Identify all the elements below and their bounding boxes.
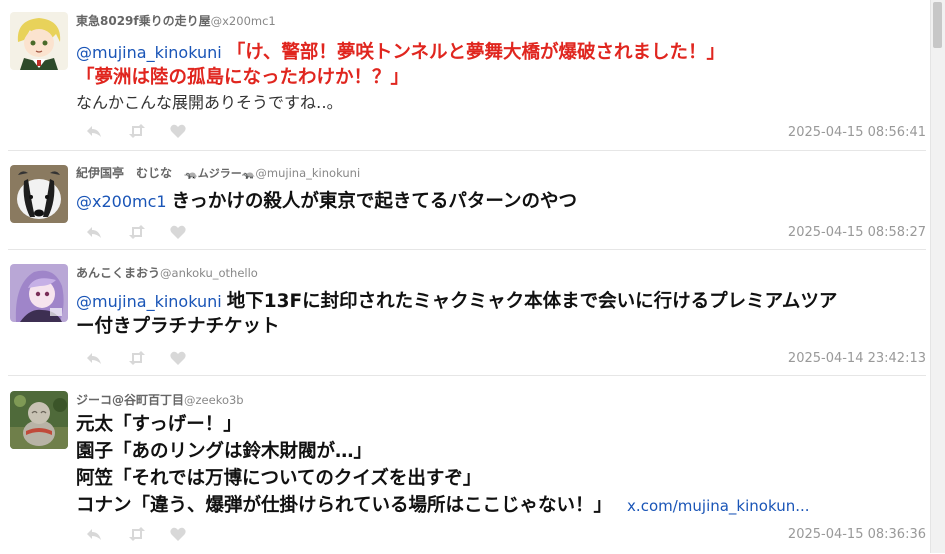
author-name-badge: 🦡ムジラー🦡 xyxy=(184,167,256,180)
author-handle[interactable]: @zeeko3b xyxy=(184,393,244,407)
avatar[interactable] xyxy=(10,12,68,70)
author-name[interactable]: あんこくまおう xyxy=(76,266,160,280)
tweet-header: 紀伊国亭 むじな 🦡ムジラー🦡@mujina_kinokuni xyxy=(76,164,360,181)
mention-link[interactable]: @mujina_kinokuni xyxy=(76,292,222,311)
tweet-item[interactable]: ジーコ@谷町百丁目@zeeko3b 元太「すっげー！」 園子「あのリングは鈴木財… xyxy=(8,376,926,554)
avatar[interactable] xyxy=(10,165,68,223)
text-line: 「け、警部！夢咲トンネルと夢舞大橋が爆破されました！」 xyxy=(226,42,726,63)
text-line: 園子「あのリングは鈴木財閥が…」 xyxy=(76,441,373,462)
retweet-icon[interactable] xyxy=(128,350,146,365)
tweet-timestamp[interactable]: 2025-04-14 23:42:13 xyxy=(788,351,926,366)
author-name[interactable]: 紀伊国亭 むじな xyxy=(76,166,184,180)
text-line: きっかけの殺人が東京で起きてるパターンのやつ xyxy=(171,191,578,212)
scrollbar[interactable] xyxy=(930,0,945,553)
tweet-item[interactable]: 東急8029f乗りの走り屋@x200mc1 @mujina_kinokuni 「… xyxy=(8,0,926,151)
avatar[interactable] xyxy=(10,391,68,449)
tweet-actions xyxy=(86,350,188,365)
text-line: 「夢洲は陸の孤島になったわけか！？」 xyxy=(76,67,410,88)
scrollbar-thumb[interactable] xyxy=(933,2,942,48)
mention-link[interactable]: @mujina_kinokuni xyxy=(76,43,222,62)
author-handle[interactable]: @x200mc1 xyxy=(211,14,276,28)
tweet-actions xyxy=(86,526,188,541)
retweet-icon[interactable] xyxy=(128,123,146,138)
text-line: なんかこんな展開ありそうですね‥。 xyxy=(76,93,343,112)
tweet-text: @x200mc1 きっかけの殺人が東京で起きてるパターンのやつ xyxy=(76,189,922,214)
author-handle[interactable]: @ankoku_othello xyxy=(160,266,258,280)
text-line: 地下13Fに封印されたミャクミャク本体まで会いに行けるプレミアムツア xyxy=(226,291,838,312)
tweet-item[interactable]: あんこくまおう@ankoku_othello @mujina_kinokuni … xyxy=(8,250,926,376)
like-icon[interactable] xyxy=(170,123,188,138)
mention-link[interactable]: @x200mc1 xyxy=(76,192,167,211)
text-line: ー付きプラチナチケット xyxy=(76,316,280,337)
retweet-icon[interactable] xyxy=(128,526,146,541)
retweet-icon[interactable] xyxy=(128,224,146,239)
author-name[interactable]: ジーコ@谷町百丁目 xyxy=(76,393,184,407)
tweet-actions xyxy=(86,224,188,239)
tweet-item[interactable]: 紀伊国亭 むじな 🦡ムジラー🦡@mujina_kinokuni @x200mc1… xyxy=(8,151,926,250)
tweet-header: あんこくまおう@ankoku_othello xyxy=(76,264,258,281)
reply-icon[interactable] xyxy=(86,526,104,540)
tweet-text: 元太「すっげー！」 園子「あのリングは鈴木財閥が…」 阿笠「それでは万博について… xyxy=(76,411,922,520)
reply-icon[interactable] xyxy=(86,350,104,364)
like-icon[interactable] xyxy=(170,224,188,239)
author-handle[interactable]: @mujina_kinokuni xyxy=(255,166,360,180)
text-line: 元太「すっげー！」 xyxy=(76,414,242,435)
tweet-timestamp[interactable]: 2025-04-15 08:36:36 xyxy=(788,527,926,542)
tweet-header: ジーコ@谷町百丁目@zeeko3b xyxy=(76,391,244,408)
external-link[interactable]: x.com/mujina_kinokun... xyxy=(627,497,809,515)
tweet-header: 東急8029f乗りの走り屋@x200mc1 xyxy=(76,12,276,29)
tweet-actions xyxy=(86,123,188,138)
tweet-feed: 東急8029f乗りの走り屋@x200mc1 @mujina_kinokuni 「… xyxy=(0,0,930,554)
like-icon[interactable] xyxy=(170,526,188,541)
reply-icon[interactable] xyxy=(86,224,104,238)
like-icon[interactable] xyxy=(170,350,188,365)
text-line: コナン「違う、爆弾が仕掛けられている場所はここじゃない！」 xyxy=(76,495,612,516)
tweet-text: @mujina_kinokuni 「け、警部！夢咲トンネルと夢舞大橋が爆破されま… xyxy=(76,40,922,115)
avatar[interactable] xyxy=(10,264,68,322)
author-name[interactable]: 東急8029f乗りの走り屋 xyxy=(76,14,211,28)
tweet-timestamp[interactable]: 2025-04-15 08:56:41 xyxy=(788,125,926,140)
text-line: 阿笠「それでは万博についてのクイズを出すぞ」 xyxy=(76,468,482,489)
tweet-timestamp[interactable]: 2025-04-15 08:58:27 xyxy=(788,225,926,240)
tweet-text: @mujina_kinokuni 地下13Fに封印されたミャクミャク本体まで会い… xyxy=(76,289,922,339)
reply-icon[interactable] xyxy=(86,123,104,137)
